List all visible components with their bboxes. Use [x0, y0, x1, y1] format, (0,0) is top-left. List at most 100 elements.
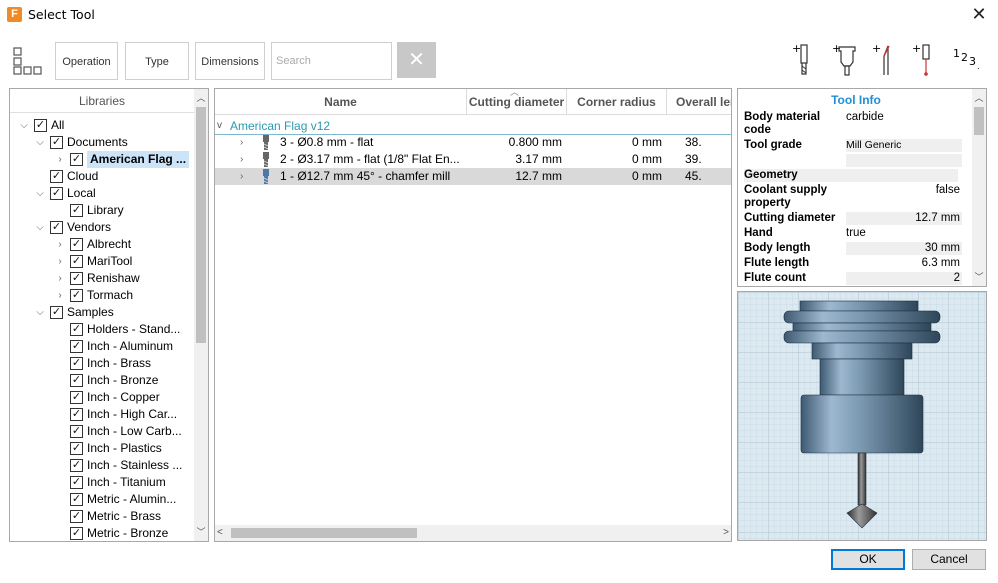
- scroll-down-icon[interactable]: ﹀: [972, 270, 986, 284]
- tool-row[interactable]: › 1 - Ø12.7 mm 45° - chamfer mill 12.7 mm 0…: [215, 168, 731, 185]
- scroll-down-icon[interactable]: ﹀: [194, 525, 208, 539]
- collapse-arrow-icon[interactable]: ›: [54, 270, 66, 287]
- library-checkbox[interactable]: ✓: [70, 238, 83, 251]
- library-checkbox[interactable]: ✓: [50, 136, 63, 149]
- group-row[interactable]: v American Flag v12: [215, 117, 731, 135]
- type-filter-button[interactable]: Type: [125, 42, 189, 80]
- library-checkbox[interactable]: ✓: [70, 289, 83, 302]
- library-tree-item[interactable]: ⌵ ✓ Local: [10, 185, 195, 202]
- library-tree-item[interactable]: ✓ Inch - Plastics: [10, 440, 195, 457]
- library-tree-item[interactable]: › ✓ MariTool: [10, 253, 195, 270]
- expand-arrow-icon[interactable]: ›: [240, 168, 243, 185]
- expand-arrow-icon[interactable]: ⌵: [34, 219, 46, 236]
- library-tree-item[interactable]: ✓ Inch - Bronze: [10, 372, 195, 389]
- scroll-up-icon[interactable]: ︿: [194, 91, 208, 105]
- tool-row[interactable]: › 2 - Ø3.17 mm - flat (1/8" Flat En... 3.1…: [215, 151, 731, 168]
- cancel-button[interactable]: Cancel: [912, 549, 986, 570]
- library-checkbox[interactable]: ✓: [34, 119, 47, 132]
- library-tree-item[interactable]: ✓ Holders - Stand...: [10, 321, 195, 338]
- tool-numbering-icon[interactable]: 1 2 3 .: [950, 42, 986, 78]
- library-tree-item[interactable]: ✓ Metric - Alumin...: [10, 491, 195, 508]
- library-tree-item[interactable]: ✓ Cloud: [10, 168, 195, 185]
- collapse-arrow-icon[interactable]: ›: [54, 253, 66, 270]
- library-tree-item[interactable]: ✓ Inch - Aluminum: [10, 338, 195, 355]
- clear-search-button[interactable]: ✕: [397, 42, 436, 78]
- library-checkbox[interactable]: ✓: [70, 357, 83, 370]
- add-holder-icon[interactable]: +: [830, 42, 864, 78]
- collapse-arrow-icon[interactable]: v: [217, 117, 222, 135]
- info-row-cutting-diameter: Cutting diameter 12.7 mm: [744, 212, 962, 225]
- column-header-corner-radius[interactable]: Corner radius: [567, 89, 667, 115]
- library-tree-item[interactable]: ✓ Library: [10, 202, 195, 219]
- library-checkbox[interactable]: ✓: [70, 255, 83, 268]
- library-tree-item[interactable]: ✓ Inch - High Car...: [10, 406, 195, 423]
- operation-filter-button[interactable]: Operation: [55, 42, 118, 80]
- collapse-arrow-icon[interactable]: ›: [54, 151, 66, 168]
- dimensions-filter-button[interactable]: Dimensions: [195, 42, 265, 80]
- library-tree-item[interactable]: ⌵ ✓ Documents: [10, 134, 195, 151]
- library-checkbox[interactable]: ✓: [70, 204, 83, 217]
- column-header-overall-length[interactable]: Overall len: [667, 89, 731, 115]
- scrollbar-thumb[interactable]: [231, 528, 417, 538]
- library-checkbox[interactable]: ✓: [70, 527, 83, 540]
- library-checkbox[interactable]: ✓: [70, 374, 83, 387]
- search-input[interactable]: [271, 42, 392, 80]
- library-tree-item[interactable]: ✓ Metric - Brass: [10, 508, 195, 525]
- expand-arrow-icon[interactable]: ›: [240, 134, 243, 151]
- library-tree-item[interactable]: ✓ Metric - Bronze: [10, 525, 195, 541]
- expand-arrow-icon[interactable]: ⌵: [34, 304, 46, 321]
- view-mode-icon[interactable]: [13, 47, 43, 75]
- library-checkbox[interactable]: ✓: [70, 153, 83, 166]
- library-tree-item[interactable]: ⌵ ✓ All: [10, 117, 195, 134]
- library-checkbox[interactable]: ✓: [50, 187, 63, 200]
- library-tree-item[interactable]: ⌵ ✓ Samples: [10, 304, 195, 321]
- expand-arrow-icon[interactable]: ⌵: [34, 134, 46, 151]
- libraries-scrollbar[interactable]: ︿ ﹀: [194, 89, 208, 541]
- library-tree-item[interactable]: ⌵ ✓ Vendors: [10, 219, 195, 236]
- library-checkbox[interactable]: ✓: [70, 425, 83, 438]
- library-checkbox[interactable]: ✓: [50, 170, 63, 183]
- scroll-up-icon[interactable]: ︿: [972, 91, 986, 105]
- library-tree-item[interactable]: ✓ Inch - Stainless ...: [10, 457, 195, 474]
- expand-arrow-icon[interactable]: ›: [240, 151, 243, 168]
- library-tree-item[interactable]: ✓ Inch - Titanium: [10, 474, 195, 491]
- tool-row[interactable]: › 3 - Ø0.8 mm - flat 0.800 mm 0 mm 38.: [215, 134, 731, 151]
- collapse-arrow-icon[interactable]: ›: [54, 236, 66, 253]
- library-checkbox[interactable]: ✓: [70, 323, 83, 336]
- library-tree-item[interactable]: ✓ Inch - Brass: [10, 355, 195, 372]
- library-checkbox[interactable]: ✓: [70, 272, 83, 285]
- add-turning-tool-icon[interactable]: +: [870, 42, 904, 78]
- library-checkbox[interactable]: ✓: [70, 408, 83, 421]
- library-tree-item[interactable]: › ✓ American Flag ...: [10, 151, 195, 168]
- table-horizontal-scrollbar[interactable]: < >: [215, 525, 731, 541]
- library-tree-item[interactable]: › ✓ Renishaw: [10, 270, 195, 287]
- library-tree-item[interactable]: ✓ Inch - Copper: [10, 389, 195, 406]
- library-checkbox[interactable]: ✓: [70, 476, 83, 489]
- expand-arrow-icon[interactable]: ⌵: [34, 185, 46, 202]
- tool-info-scrollbar[interactable]: ︿ ﹀: [972, 89, 986, 286]
- library-tree-item[interactable]: ✓ Inch - Low Carb...: [10, 423, 195, 440]
- library-tree-item[interactable]: › ✓ Albrecht: [10, 236, 195, 253]
- add-probe-icon[interactable]: +: [910, 42, 944, 78]
- scrollbar-thumb[interactable]: [196, 107, 206, 343]
- library-checkbox[interactable]: ✓: [70, 391, 83, 404]
- column-header-name[interactable]: Name: [215, 89, 467, 115]
- tool-preview[interactable]: [737, 291, 987, 541]
- library-checkbox[interactable]: ✓: [50, 306, 63, 319]
- close-icon[interactable]: ✕: [968, 3, 990, 25]
- library-checkbox[interactable]: ✓: [70, 493, 83, 506]
- scrollbar-thumb[interactable]: [974, 107, 984, 135]
- add-mill-icon[interactable]: +: [790, 42, 824, 78]
- ok-button[interactable]: OK: [831, 549, 905, 570]
- collapse-arrow-icon[interactable]: ›: [54, 287, 66, 304]
- library-checkbox[interactable]: ✓: [70, 510, 83, 523]
- scroll-left-icon[interactable]: <: [217, 525, 223, 541]
- library-tree-item[interactable]: › ✓ Tormach: [10, 287, 195, 304]
- library-checkbox[interactable]: ✓: [50, 221, 63, 234]
- scroll-right-icon[interactable]: >: [723, 525, 729, 541]
- expand-arrow-icon[interactable]: ⌵: [18, 117, 30, 134]
- library-checkbox[interactable]: ✓: [70, 442, 83, 455]
- table-header: Name Cutting diameter Corner radius Over…: [215, 89, 731, 115]
- library-checkbox[interactable]: ✓: [70, 340, 83, 353]
- library-checkbox[interactable]: ✓: [70, 459, 83, 472]
